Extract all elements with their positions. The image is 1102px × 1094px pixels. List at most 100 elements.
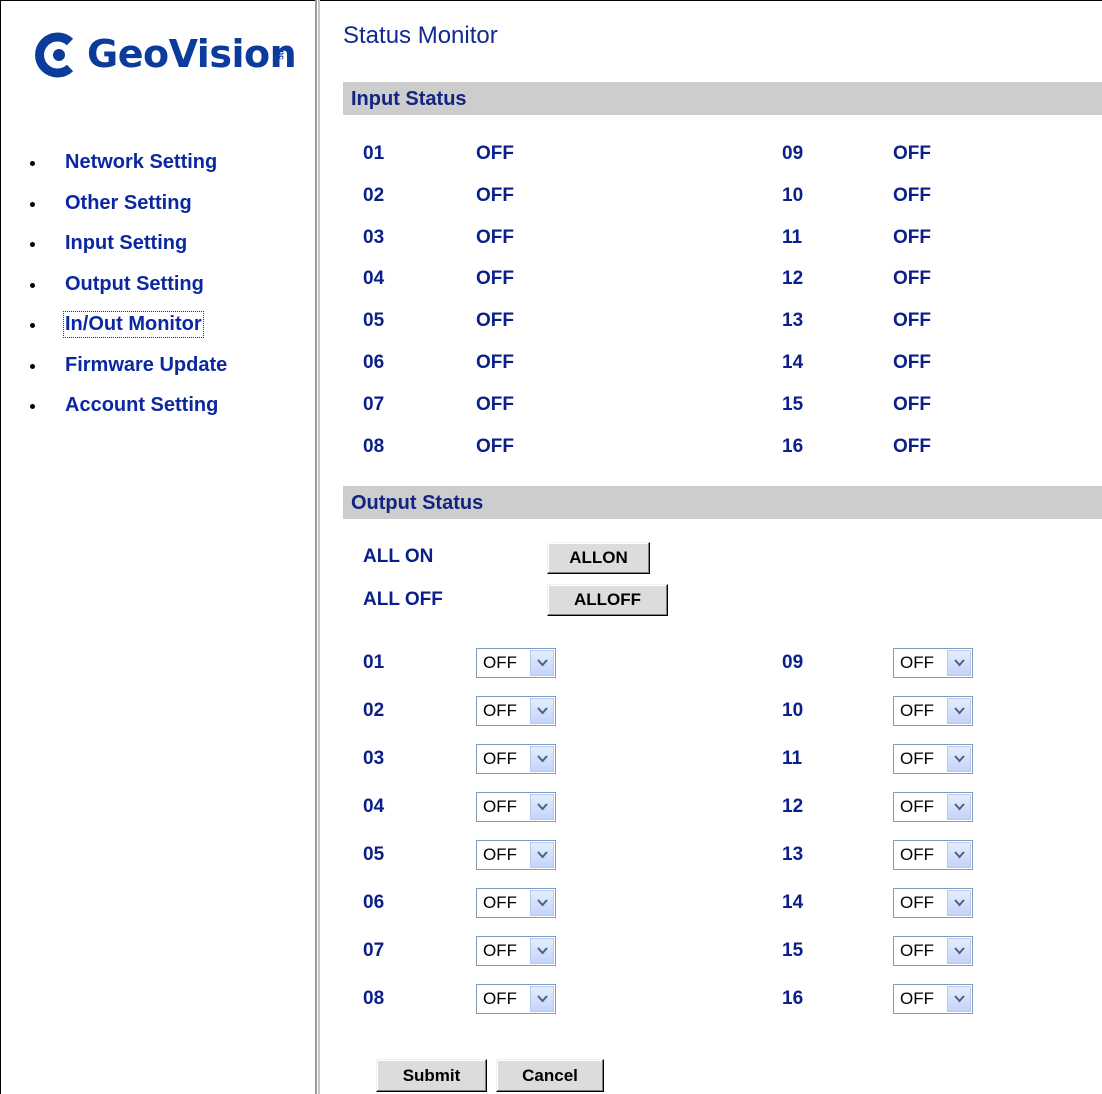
input-channel-number: 04 bbox=[363, 268, 385, 290]
output-channel-select-value: OFF bbox=[483, 653, 517, 672]
input-channel-state: OFF bbox=[893, 352, 931, 373]
chevron-down-icon[interactable] bbox=[530, 698, 554, 724]
geovision-logo: GeoVision inc bbox=[32, 24, 297, 84]
chevron-down-icon[interactable] bbox=[947, 842, 971, 868]
all-on-label: ALL ON bbox=[363, 546, 434, 567]
output-channel-select[interactable]: OFF bbox=[893, 840, 973, 870]
input-status-heading: Input Status bbox=[351, 88, 467, 110]
cancel-button[interactable]: Cancel bbox=[496, 1059, 604, 1092]
input-channel-state: OFF bbox=[476, 435, 514, 457]
output-channel-select[interactable]: OFF bbox=[476, 984, 556, 1014]
input-channel-number: 15 bbox=[782, 393, 804, 415]
output-channel-select[interactable]: OFF bbox=[893, 696, 973, 726]
output-channel-select[interactable]: OFF bbox=[476, 744, 556, 774]
input-channel-state: OFF bbox=[476, 268, 514, 290]
chevron-down-icon[interactable] bbox=[947, 650, 971, 676]
input-channel-state: OFF bbox=[893, 268, 931, 290]
sidebar-link-firmware-update[interactable]: Firmware Update bbox=[65, 354, 227, 377]
input-channel-number: 13 bbox=[782, 310, 804, 332]
input-channel-number: 05 bbox=[363, 310, 385, 332]
bullet-icon bbox=[30, 242, 35, 247]
input-channel-number: 12 bbox=[782, 268, 804, 290]
input-channel-number: 06 bbox=[363, 352, 385, 373]
input-channel-state: OFF bbox=[476, 352, 514, 373]
input-channel-number: 02 bbox=[363, 184, 385, 206]
output-channel-select-value: OFF bbox=[900, 845, 934, 864]
input-channel-state: OFF bbox=[476, 184, 514, 206]
chevron-down-icon[interactable] bbox=[947, 986, 971, 1012]
output-status-header: Output Status bbox=[343, 486, 1102, 519]
chevron-down-icon[interactable] bbox=[530, 938, 554, 964]
output-channel-number: 14 bbox=[782, 892, 804, 913]
chevron-down-icon[interactable] bbox=[947, 890, 971, 916]
output-channel-number: 10 bbox=[782, 700, 804, 721]
input-channel-state: OFF bbox=[893, 393, 931, 415]
input-channel-number: 14 bbox=[782, 352, 804, 373]
chevron-down-icon[interactable] bbox=[530, 890, 554, 916]
output-channel-select[interactable]: OFF bbox=[893, 984, 973, 1014]
output-channel-select-value: OFF bbox=[483, 989, 517, 1008]
output-channel-select[interactable]: OFF bbox=[893, 936, 973, 966]
output-channel-select[interactable]: OFF bbox=[476, 696, 556, 726]
output-channel-number: 01 bbox=[363, 652, 385, 673]
chevron-down-icon[interactable] bbox=[947, 938, 971, 964]
output-channel-number: 05 bbox=[363, 844, 385, 865]
input-channel-state: OFF bbox=[476, 310, 514, 332]
output-channel-select[interactable]: OFF bbox=[476, 792, 556, 822]
frame-divider[interactable] bbox=[315, 0, 320, 1094]
sidebar-link-input-setting[interactable]: Input Setting bbox=[65, 232, 187, 255]
all-on-button[interactable]: ALLON bbox=[547, 542, 650, 574]
output-channel-select[interactable]: OFF bbox=[893, 792, 973, 822]
input-channel-number: 03 bbox=[363, 226, 385, 248]
output-channel-select-value: OFF bbox=[900, 749, 934, 768]
input-channel-state: OFF bbox=[893, 435, 931, 457]
input-channel-state: OFF bbox=[893, 184, 931, 206]
chevron-down-icon[interactable] bbox=[947, 794, 971, 820]
logo-inc: inc bbox=[277, 48, 286, 60]
output-channel-number: 16 bbox=[782, 988, 804, 1009]
input-channel-state: OFF bbox=[893, 310, 931, 332]
output-channel-select-value: OFF bbox=[483, 701, 517, 720]
chevron-down-icon[interactable] bbox=[530, 842, 554, 868]
output-channel-select[interactable]: OFF bbox=[476, 648, 556, 678]
input-channel-number: 07 bbox=[363, 393, 385, 415]
bullet-icon bbox=[30, 323, 35, 328]
output-channel-select[interactable]: OFF bbox=[476, 888, 556, 918]
output-channel-select-value: OFF bbox=[483, 749, 517, 768]
output-channel-select-value: OFF bbox=[900, 701, 934, 720]
submit-button[interactable]: Submit bbox=[376, 1059, 487, 1092]
input-channel-state: OFF bbox=[893, 226, 931, 248]
chevron-down-icon[interactable] bbox=[530, 746, 554, 772]
output-channel-select-value: OFF bbox=[900, 797, 934, 816]
output-channel-number: 06 bbox=[363, 892, 385, 913]
input-channel-state: OFF bbox=[476, 393, 514, 415]
chevron-down-icon[interactable] bbox=[947, 698, 971, 724]
bullet-icon bbox=[30, 404, 35, 409]
chevron-down-icon[interactable] bbox=[947, 746, 971, 772]
output-channel-select[interactable]: OFF bbox=[476, 936, 556, 966]
sidebar-link-other-setting[interactable]: Other Setting bbox=[65, 192, 192, 215]
output-channel-select-value: OFF bbox=[483, 941, 517, 960]
chevron-down-icon[interactable] bbox=[530, 986, 554, 1012]
output-channel-select[interactable]: OFF bbox=[893, 744, 973, 774]
all-off-button[interactable]: ALLOFF bbox=[547, 584, 668, 616]
sidebar-link-output-setting[interactable]: Output Setting bbox=[65, 273, 204, 296]
sidebar-link-in-out-monitor[interactable]: In/Out Monitor bbox=[63, 311, 204, 338]
chevron-down-icon[interactable] bbox=[530, 650, 554, 676]
chevron-down-icon[interactable] bbox=[530, 794, 554, 820]
output-channel-number: 13 bbox=[782, 844, 804, 865]
input-channel-number: 08 bbox=[363, 435, 385, 457]
output-channel-select[interactable]: OFF bbox=[476, 840, 556, 870]
output-channel-select[interactable]: OFF bbox=[893, 888, 973, 918]
window-frame-top bbox=[0, 0, 1102, 1]
output-channel-select[interactable]: OFF bbox=[893, 648, 973, 678]
input-channel-state: OFF bbox=[893, 143, 931, 164]
input-channel-number: 16 bbox=[782, 435, 804, 457]
output-channel-number: 15 bbox=[782, 940, 804, 961]
geovision-mark-icon bbox=[35, 32, 74, 78]
output-channel-select-value: OFF bbox=[900, 653, 934, 672]
sidebar-link-account-setting[interactable]: Account Setting bbox=[65, 394, 218, 417]
bullet-icon bbox=[30, 161, 35, 166]
sidebar-link-network-setting[interactable]: Network Setting bbox=[65, 151, 217, 174]
output-channel-number: 08 bbox=[363, 988, 385, 1009]
